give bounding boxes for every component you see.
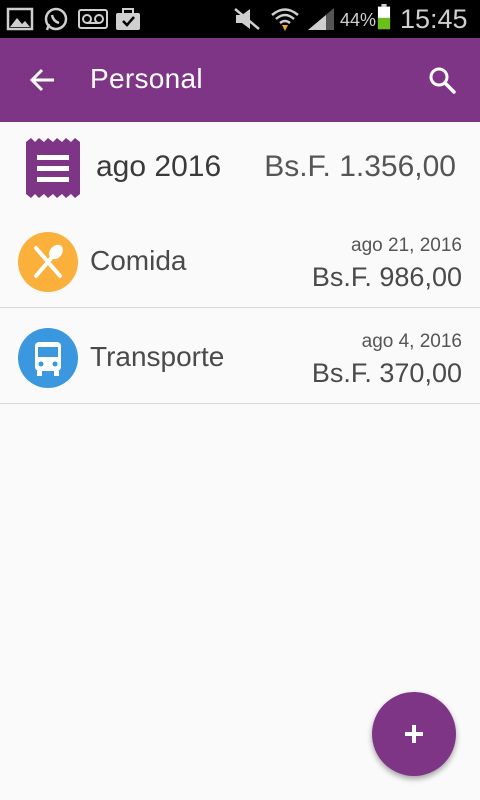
month-summary: ago 2016 Bs.F. 1.356,00 bbox=[0, 122, 480, 212]
voicemail-icon bbox=[78, 9, 108, 29]
category-date: ago 4, 2016 bbox=[361, 331, 462, 352]
signal-icon bbox=[308, 8, 334, 30]
category-label: Comida bbox=[90, 245, 187, 276]
arrow-back-icon bbox=[29, 68, 54, 92]
add-icon bbox=[405, 725, 423, 743]
app-bar: Personal bbox=[0, 38, 480, 122]
page-title: Personal bbox=[90, 63, 203, 94]
whatsapp-icon bbox=[44, 7, 68, 31]
category-icon-bg bbox=[18, 328, 78, 388]
clock-time: 15:45 bbox=[400, 4, 468, 34]
status-bar: 44% 15:45 bbox=[0, 0, 480, 38]
bus-icon bbox=[35, 342, 61, 376]
category-amount: Bs.F. 986,00 bbox=[311, 262, 462, 292]
briefcase-icon bbox=[116, 8, 140, 30]
category-label: Transporte bbox=[90, 341, 225, 372]
list-item-transporte[interactable]: Transporte ago 4, 2016 Bs.F. 370,00 bbox=[0, 308, 480, 404]
summary-month: ago 2016 bbox=[96, 150, 222, 183]
category-icon-bg bbox=[18, 232, 78, 292]
back-button[interactable] bbox=[22, 58, 66, 102]
search-button[interactable] bbox=[420, 58, 464, 102]
restaurant-icon bbox=[34, 244, 63, 278]
gallery-icon bbox=[6, 7, 34, 31]
search-icon bbox=[429, 67, 456, 94]
list-item-comida[interactable]: Comida ago 21, 2016 Bs.F. 986,00 bbox=[0, 212, 480, 308]
battery-percent: 44% bbox=[340, 10, 377, 30]
category-date: ago 21, 2016 bbox=[351, 235, 462, 256]
add-expense-button[interactable] bbox=[372, 692, 456, 776]
wifi-icon bbox=[271, 8, 299, 31]
battery-icon bbox=[377, 4, 391, 30]
summary-total: Bs.F. 1.356,00 bbox=[264, 150, 456, 183]
mute-icon bbox=[234, 8, 260, 30]
category-amount: Bs.F. 370,00 bbox=[311, 358, 462, 388]
receipt-icon bbox=[26, 138, 80, 198]
